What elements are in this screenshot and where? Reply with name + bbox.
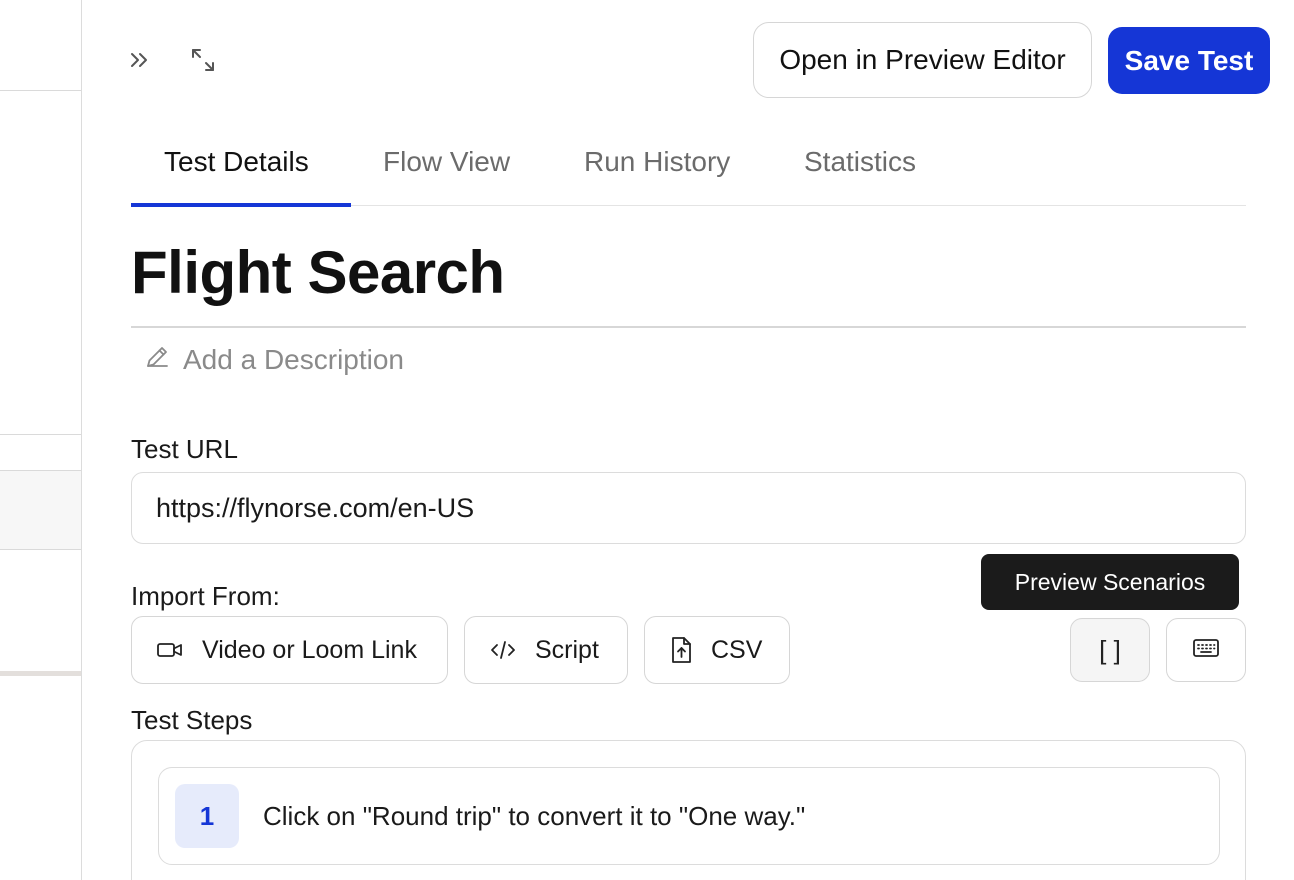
active-tab-indicator: [131, 203, 351, 207]
import-video-button[interactable]: Video or Loom Link: [131, 616, 448, 684]
save-test-button[interactable]: Save Test: [1108, 27, 1270, 94]
tab-statistics[interactable]: Statistics: [804, 146, 916, 178]
test-details-drawer: Open in Preview Editor Save Test Test De…: [83, 0, 1294, 880]
import-csv-button[interactable]: CSV: [644, 616, 790, 684]
import-from-label: Import From:: [131, 581, 280, 611]
keyboard-icon: [1192, 635, 1220, 666]
test-url-input[interactable]: https://flynorse.com/en-US: [131, 472, 1246, 544]
preview-scenarios-button[interactable]: [ ]: [1070, 618, 1150, 682]
preview-scenarios-tooltip: Preview Scenarios: [981, 554, 1239, 610]
test-steps-container: 1 Click on "Round trip" to convert it to…: [131, 740, 1246, 880]
import-csv-label: CSV: [711, 635, 763, 664]
import-script-button[interactable]: Script: [464, 616, 628, 684]
step-text[interactable]: Click on "Round trip" to convert it to "…: [263, 801, 805, 832]
double-chevron-right-icon[interactable]: [121, 42, 157, 78]
tab-test-details[interactable]: Test Details: [164, 146, 309, 178]
tab-bar: Test Details Flow View Run History Stati…: [131, 130, 1246, 207]
list-divider: [0, 90, 81, 91]
pencil-icon: [143, 343, 171, 378]
code-icon: [489, 639, 517, 661]
title-divider: [131, 326, 1246, 328]
list-row[interactable]: [0, 470, 81, 550]
video-camera-icon: [156, 640, 184, 660]
list-item[interactable]: 1 Click on "Round trip" to convert it to…: [158, 767, 1220, 865]
file-upload-icon: [669, 636, 693, 664]
test-url-label: Test URL: [131, 434, 238, 464]
import-script-label: Script: [535, 635, 599, 664]
description-placeholder: Add a Description: [183, 344, 405, 375]
add-description-button[interactable]: Add a Description: [143, 340, 404, 380]
tab-flow-view[interactable]: Flow View: [383, 146, 510, 178]
list-divider: [0, 671, 81, 676]
step-number-badge: 1: [175, 784, 239, 848]
list-divider: [0, 434, 81, 435]
tab-run-history[interactable]: Run History: [584, 146, 730, 178]
test-title[interactable]: Flight Search: [131, 238, 505, 307]
test-steps-label: Test Steps: [131, 705, 253, 735]
import-video-label: Video or Loom Link: [202, 635, 417, 664]
background-list-panel: [0, 0, 82, 880]
expand-icon[interactable]: [185, 42, 221, 78]
keyboard-shortcuts-button[interactable]: [1166, 618, 1246, 682]
open-preview-editor-button[interactable]: Open in Preview Editor: [753, 22, 1092, 98]
